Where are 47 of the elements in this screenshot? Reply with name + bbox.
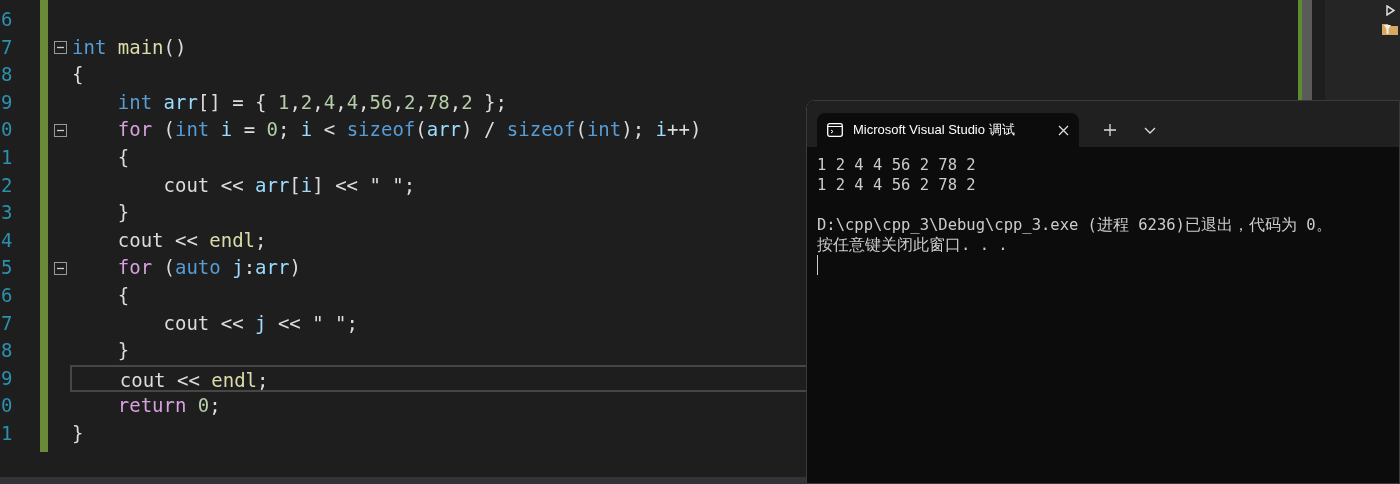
folder-filter-icon[interactable] [1382,22,1398,36]
output-line: 1 2 4 4 56 2 78 2 [817,155,977,175]
text-cursor [817,255,818,275]
output-line: 按任意键关闭此窗口. . . [817,235,1009,255]
line-number: 1 [0,144,14,170]
line-number: 8 [0,338,14,364]
chevron-down-icon [1144,126,1156,134]
line-number: 0 [0,393,14,419]
line-number: 8 [0,62,14,88]
line-number: 1 [0,420,14,446]
line-number: 7 [0,34,14,60]
terminal-tab[interactable]: Microsoft Visual Studio 调试 [817,113,1079,147]
code-line: for (auto j:arr) [116,255,302,281]
code-line: } [116,200,131,226]
code-line: return 0; [116,393,222,419]
code-line: cout << endl; [116,227,268,253]
tab-title: Microsoft Visual Studio 调试 [853,121,1016,140]
play-icon[interactable] [1386,5,1395,16]
line-number: 6 [0,7,14,32]
line-number: 6 [0,282,14,308]
line-number: 7 [0,310,14,336]
code-line: cout << arr[i] << " "; [162,172,417,198]
close-icon[interactable] [1058,124,1069,136]
output-line: 1 2 4 4 56 2 78 2 [817,175,977,195]
code-line: { [116,282,131,308]
code-line: } [116,338,131,364]
code-line: int main() [71,34,188,60]
line-number: 2 [0,172,14,198]
line-number: 3 [0,200,14,226]
collapse-icon[interactable] [53,261,67,275]
code-line: { [116,144,131,170]
code-line: for (int i = 0; i < sizeof(arr) / sizeof(int); i++) [116,117,703,143]
line-number: 5 [0,255,14,281]
line-number: 4 [0,227,14,253]
line-number: 9 [0,89,14,115]
line-number: 9 [0,365,14,391]
code-line: { [71,62,85,88]
code-line: } [71,420,85,446]
line-number: 0 [0,117,14,143]
output-line: D:\cpp\cpp_3\Debug\cpp_3.exe (进程 6236)已退出，代码为 0。 [817,215,1333,235]
collapse-icon[interactable] [53,40,67,54]
code-line: int arr[] = { 1,2,4,4,56,2,78,2 }; [116,89,508,115]
plus-icon [1104,124,1116,136]
collapse-icon[interactable] [53,123,67,137]
scrollbar[interactable] [1298,0,1312,100]
code-line: cout << j << " "; [162,310,359,336]
console-icon [827,123,843,137]
